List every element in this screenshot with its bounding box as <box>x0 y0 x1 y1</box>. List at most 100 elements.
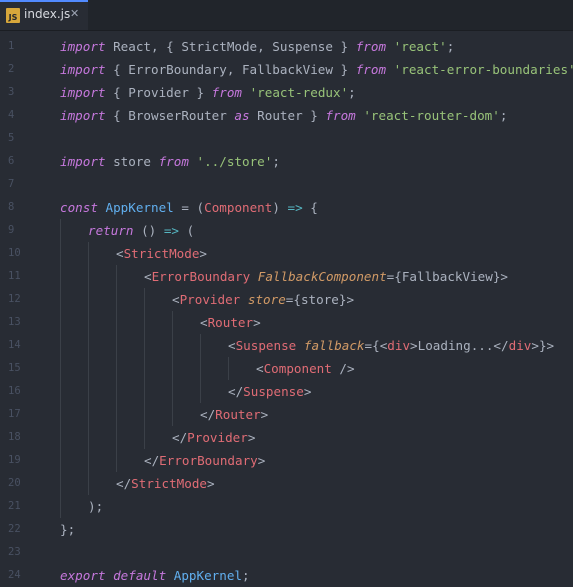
indent-guide <box>116 265 117 288</box>
code-token: export <box>60 568 106 583</box>
indent-guide <box>60 311 61 334</box>
code-editor[interactable]: 1 import React, { StrictMode, Suspense } … <box>0 31 573 586</box>
line-number: 10 <box>8 247 21 259</box>
code-line: 5 <box>0 127 573 150</box>
code-token: 'react-error-boundaries' <box>393 62 573 77</box>
indent-guide <box>88 265 89 288</box>
code-token: ; <box>348 85 356 100</box>
code-text: import { ErrorBoundary, FallbackView } f… <box>60 58 573 81</box>
code-token: Router } <box>249 108 326 123</box>
code-token: > <box>253 315 261 330</box>
code-token: { <box>302 200 318 215</box>
indent-guide <box>60 495 61 518</box>
code-text: </Suspense> <box>228 380 311 403</box>
indent-guide <box>60 357 61 380</box>
indent-guide <box>60 219 61 242</box>
code-line: 17 </Router> <box>0 403 573 426</box>
indent-guide <box>60 242 61 265</box>
code-line: 1 import React, { StrictMode, Suspense } … <box>0 35 573 58</box>
code-token: div <box>387 338 411 353</box>
code-token: </ <box>200 407 216 422</box>
code-token: ); <box>88 499 104 514</box>
code-token: import <box>60 108 106 123</box>
code-token: { ErrorBoundary, FallbackView } <box>105 62 356 77</box>
code-token: => <box>287 200 303 215</box>
line-number: 11 <box>8 270 21 282</box>
code-token: => <box>163 223 180 238</box>
indent-guide <box>200 380 201 403</box>
code-token: StrictMode <box>131 476 207 491</box>
line-number: 6 <box>8 155 15 167</box>
indent-guide <box>60 334 61 357</box>
line-number: 15 <box>8 362 21 374</box>
code-text: <Suspense fallback={<div>Loading...</div… <box>228 334 554 357</box>
code-token: > <box>247 430 256 445</box>
indent-guide <box>88 380 89 403</box>
line-number: 8 <box>8 201 15 213</box>
indent-guide <box>116 426 117 449</box>
indent-guide <box>88 334 89 357</box>
code-token: import <box>60 154 106 169</box>
code-token: </ <box>172 430 188 445</box>
code-token: () <box>133 223 164 238</box>
code-token: import <box>60 85 106 100</box>
code-token: AppKernel <box>105 200 174 215</box>
tab-bar: JS index.js ✕ <box>0 0 573 31</box>
code-token: Router <box>207 315 254 330</box>
code-token: ; <box>446 39 455 54</box>
code-token: > <box>199 246 208 261</box>
code-token: > <box>303 384 312 399</box>
code-token: from <box>325 108 356 123</box>
tab-index-js[interactable]: JS index.js ✕ <box>0 0 88 30</box>
code-text: import store from '../store'; <box>60 150 280 173</box>
indent-guide <box>116 357 117 380</box>
indent-guide <box>172 403 173 426</box>
indent-guide <box>144 334 145 357</box>
code-line: 11 <ErrorBoundary FallbackComponent={Fall… <box>0 265 573 288</box>
line-number: 24 <box>8 569 21 581</box>
indent-guide <box>88 426 89 449</box>
line-number: 20 <box>8 477 21 489</box>
indent-guide <box>60 380 61 403</box>
code-token: import <box>60 39 106 54</box>
code-text: </Provider> <box>172 426 255 449</box>
indent-guide <box>60 426 61 449</box>
code-token: const <box>60 200 98 215</box>
close-icon[interactable]: ✕ <box>70 7 79 20</box>
line-number: 21 <box>8 500 21 512</box>
indent-guide <box>172 311 173 334</box>
code-text: <Router> <box>200 311 261 334</box>
code-token: return <box>88 223 134 238</box>
indent-guide <box>88 288 89 311</box>
code-text: </StrictMode> <box>116 472 215 495</box>
code-line: 7 <box>0 173 573 196</box>
line-number: 12 <box>8 293 21 305</box>
indent-guide <box>116 311 117 334</box>
indent-guide <box>116 380 117 403</box>
code-token: ErrorBoundary <box>159 453 258 468</box>
code-text: <StrictMode> <box>116 242 207 265</box>
code-token: Router <box>215 407 261 422</box>
code-line: 10 <StrictMode> <box>0 242 573 265</box>
line-number: 23 <box>8 546 21 558</box>
indent-guide <box>60 265 61 288</box>
line-number: 19 <box>8 454 21 466</box>
indent-guide <box>144 403 145 426</box>
code-text: <Provider store={store}> <box>172 288 354 311</box>
code-token: default <box>113 568 167 583</box>
code-line: 23 <box>0 541 573 564</box>
indent-guide <box>200 334 201 357</box>
indent-guide <box>116 403 117 426</box>
code-line: 16 </Suspense> <box>0 380 573 403</box>
code-line: 15 <Component /> <box>0 357 573 380</box>
code-line: 8 const AppKernel = (Component) => { <box>0 196 573 219</box>
code-token: from <box>355 39 387 54</box>
code-token: }; <box>60 522 76 537</box>
indent-guide <box>88 311 89 334</box>
code-token: > <box>207 476 215 491</box>
indent-guide <box>144 311 145 334</box>
